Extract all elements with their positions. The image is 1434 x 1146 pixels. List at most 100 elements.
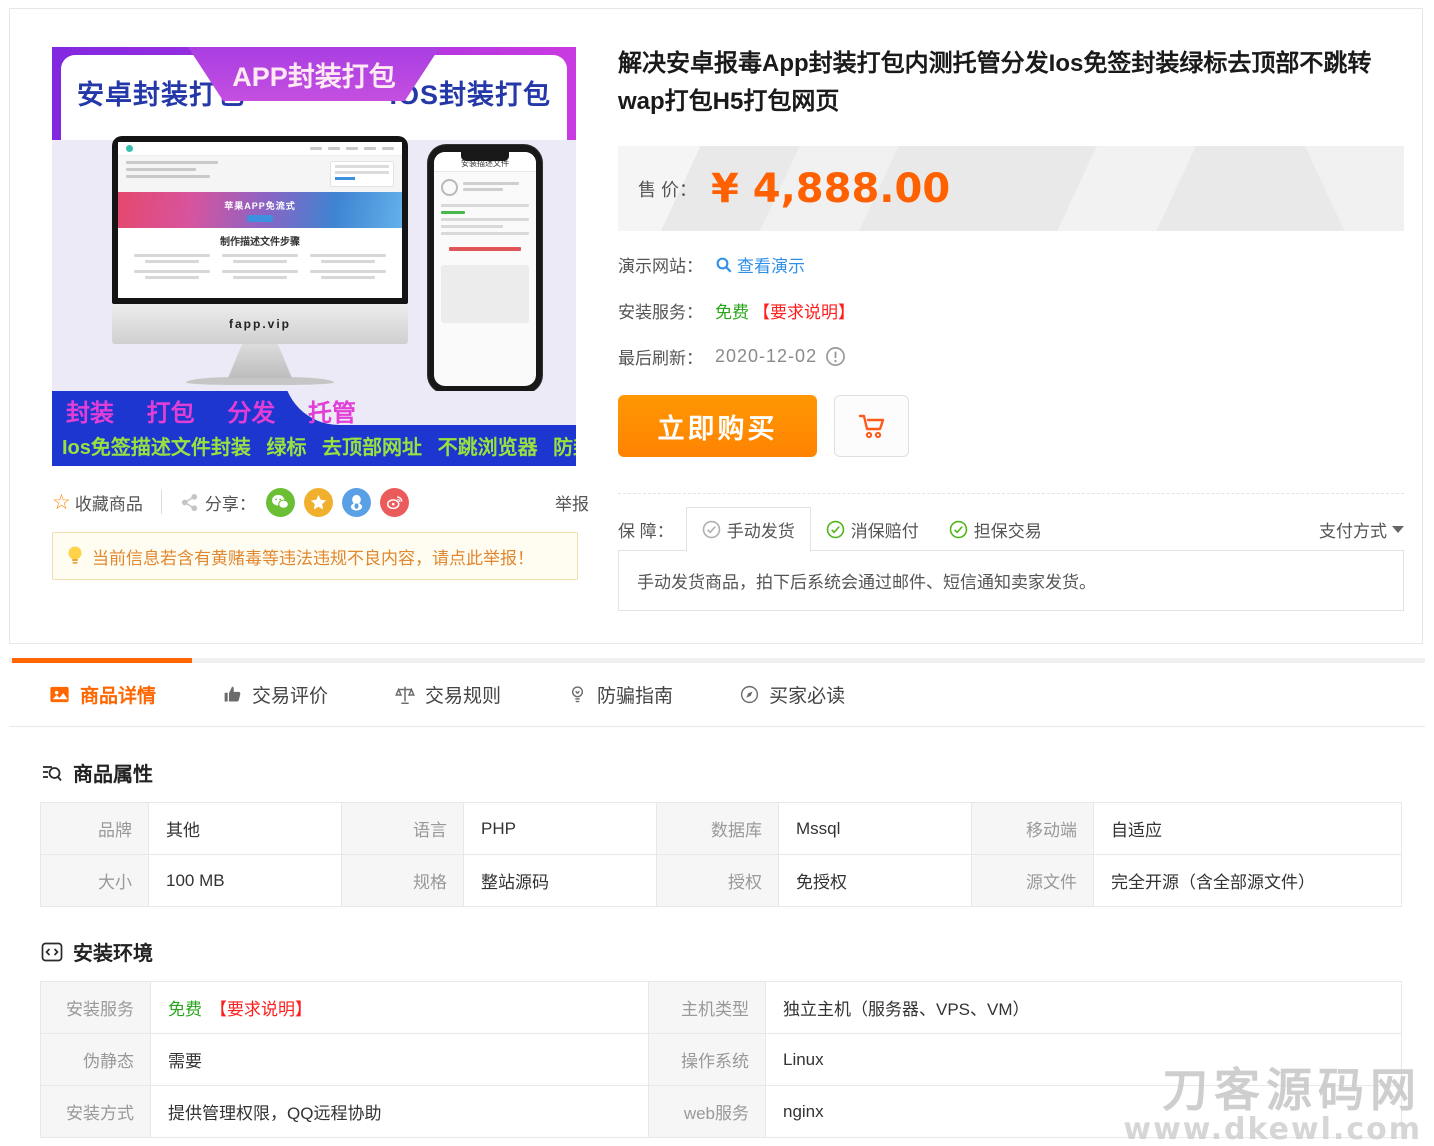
attr-label: 数据库 <box>657 803 778 854</box>
price-label: 售 价： <box>638 176 697 202</box>
buy-now-button[interactable]: 立即购买 <box>618 395 817 457</box>
phone-profile-icon <box>441 179 458 196</box>
install-label: 安装服务： <box>618 298 703 323</box>
env-value: 独立主机（服务器、VPS、VM） <box>766 982 1401 1033</box>
purchase-actions: 立即购买 <box>618 395 1404 457</box>
product-detail-panel: 商品属性 品牌 其他 语言 PHP 数据库 Mssql 移动端 自适应 大小 1… <box>9 728 1425 1146</box>
divider <box>161 490 162 514</box>
install-requirements-link[interactable]: 【要求说明】 <box>753 298 855 323</box>
product-title: 解决安卓报毒App封装打包内测托管分发Ios免签封装绿标去顶部不跳转wap打包H… <box>618 45 1404 121</box>
magnifier-icon <box>715 256 733 274</box>
active-tab-accent <box>12 658 192 663</box>
attr-value: 免授权 <box>779 855 971 906</box>
imac-mockup: 苹果APP免流式 制作描述文件步骤 <box>112 136 408 385</box>
attr-value: 整站源码 <box>464 855 656 906</box>
share-weibo-icon[interactable] <box>380 488 409 517</box>
env-install-requirements-link[interactable]: 【要求说明】 <box>210 995 312 1020</box>
favorite-button[interactable]: 收藏商品 <box>75 490 143 515</box>
refresh-row: 最后刷新： 2020-12-02 <box>618 344 1404 369</box>
favorite-star-icon[interactable]: ☆ <box>52 490 71 515</box>
bulb-icon <box>66 545 84 567</box>
attr-label: 品牌 <box>41 803 148 854</box>
tab-trade-reviews[interactable]: 交易评价 <box>222 681 328 708</box>
phone-red-text-line <box>449 247 521 251</box>
tab-buyer-mustread[interactable]: 买家必读 <box>739 681 845 708</box>
demo-row: 演示网站： 查看演示 <box>618 252 1404 277</box>
attr-label: 语言 <box>342 803 463 854</box>
banner-keywords-row2: Ios免签描述文件封装 绿标 去顶部网址 不跳浏览器 防封下载 <box>62 431 576 460</box>
attr-value: Mssql <box>779 803 971 854</box>
guarantee-secured-transaction[interactable]: 担保交易 <box>934 508 1057 551</box>
warning-report-link[interactable]: 当前信息若含有黄赌毒等违法违规不良内容，请点此举报！ <box>92 544 534 569</box>
attr-label: 源文件 <box>972 855 1093 906</box>
code-icon <box>40 940 64 964</box>
check-circle-icon <box>702 520 721 539</box>
env-label: 安装方式 <box>41 1086 150 1137</box>
environment-table: 安装服务 免费 【要求说明】 主机类型 独立主机（服务器、VPS、VM） 伪静态… <box>40 981 1402 1138</box>
add-to-cart-button[interactable] <box>834 395 909 457</box>
mock-brand-text: fapp.vip <box>229 317 291 331</box>
image-devices-area: 苹果APP免流式 制作描述文件步骤 <box>52 140 576 391</box>
chevron-down-icon <box>1392 526 1404 539</box>
env-label: 伪静态 <box>41 1034 150 1085</box>
attributes-section-header: 商品属性 <box>40 758 1425 787</box>
picture-icon <box>48 683 71 706</box>
image-bottom-banner: 封装 打包 分发 托管 Ios免签描述文件封装 绿标 去顶部网址 不跳浏览器 防… <box>52 391 576 466</box>
payment-method-dropdown[interactable]: 支付方式 <box>1319 517 1404 542</box>
attr-label: 规格 <box>342 855 463 906</box>
product-summary-box: 安卓封装打包 IOS封装打包 APP封装打包 <box>9 8 1423 644</box>
report-link[interactable]: 举报 <box>555 490 589 515</box>
env-label: web服务 <box>649 1086 765 1137</box>
share-qq-icon[interactable] <box>342 488 371 517</box>
env-value: 需要 <box>151 1034 648 1085</box>
env-value: nginx <box>766 1086 1401 1137</box>
iphone-mockup: 安装描述文件 <box>428 145 542 393</box>
env-install-free: 免费 <box>168 995 202 1020</box>
product-page: 安卓封装打包 IOS封装打包 APP封装打包 <box>0 0 1434 1146</box>
compass-icon <box>739 684 760 705</box>
environment-section-header: 安装环境 <box>40 937 1425 966</box>
tab-antifraud-guide[interactable]: 防骗指南 <box>567 681 673 708</box>
cart-icon <box>856 411 888 441</box>
attr-value: 其他 <box>149 803 341 854</box>
check-circle-icon <box>949 520 968 539</box>
image-top-banner: 安卓封装打包 IOS封装打包 APP封装打包 <box>52 47 576 140</box>
guarantee-manual-delivery[interactable]: 手动发货 <box>686 507 811 553</box>
product-image[interactable]: 安卓封装打包 IOS封装打包 APP封装打包 <box>52 47 576 466</box>
attr-value: PHP <box>464 803 656 854</box>
env-value: 免费 【要求说明】 <box>151 982 648 1033</box>
share-label: 分享： <box>205 490 256 515</box>
guarantee-label: 保 障： <box>618 517 674 542</box>
refresh-label: 最后刷新： <box>618 344 703 369</box>
tab-trade-rules[interactable]: 交易规则 <box>394 681 501 708</box>
mock-hero-text: 苹果APP免流式 <box>224 199 296 212</box>
share-wechat-icon[interactable] <box>266 488 295 517</box>
attr-value: 完全开源（含全部源文件） <box>1094 855 1401 906</box>
price-banner: 售 价： ¥ 4,888.00 <box>618 146 1404 231</box>
tab-product-detail[interactable]: 商品详情 <box>48 681 156 708</box>
env-value: 提供管理权限，QQ远程协助 <box>151 1086 648 1137</box>
attributes-section-title: 商品属性 <box>73 758 153 787</box>
list-search-icon <box>40 761 64 785</box>
attributes-table: 品牌 其他 语言 PHP 数据库 Mssql 移动端 自适应 大小 100 MB… <box>40 802 1402 907</box>
share-qzone-icon[interactable] <box>304 488 333 517</box>
product-info-column: 解决安卓报毒App封装打包内测托管分发Ios免签封装绿标去顶部不跳转wap打包H… <box>618 45 1404 611</box>
scales-icon <box>394 684 416 706</box>
info-exclamation-icon[interactable] <box>825 346 846 367</box>
divider <box>618 493 1404 494</box>
banner-app-label: APP封装打包 <box>188 47 440 101</box>
environment-section-title: 安装环境 <box>73 937 153 966</box>
attr-label: 授权 <box>657 855 778 906</box>
attr-label: 移动端 <box>972 803 1093 854</box>
mock-steps-title: 制作描述文件步骤 <box>118 233 402 248</box>
mock-site-logo <box>126 145 133 152</box>
price-value: ¥ 4,888.00 <box>711 166 950 212</box>
guarantee-row: 保 障： 手动发货 消保赔付 担保交易 支付方式 <box>618 507 1404 551</box>
thumbs-up-icon <box>222 684 243 705</box>
demo-link[interactable]: 查看演示 <box>715 252 805 277</box>
refresh-date: 2020-12-02 <box>715 346 817 367</box>
env-label: 操作系统 <box>649 1034 765 1085</box>
attr-label: 大小 <box>41 855 148 906</box>
guarantee-consumer-protection[interactable]: 消保赔付 <box>811 508 934 551</box>
env-label: 安装服务 <box>41 982 150 1033</box>
